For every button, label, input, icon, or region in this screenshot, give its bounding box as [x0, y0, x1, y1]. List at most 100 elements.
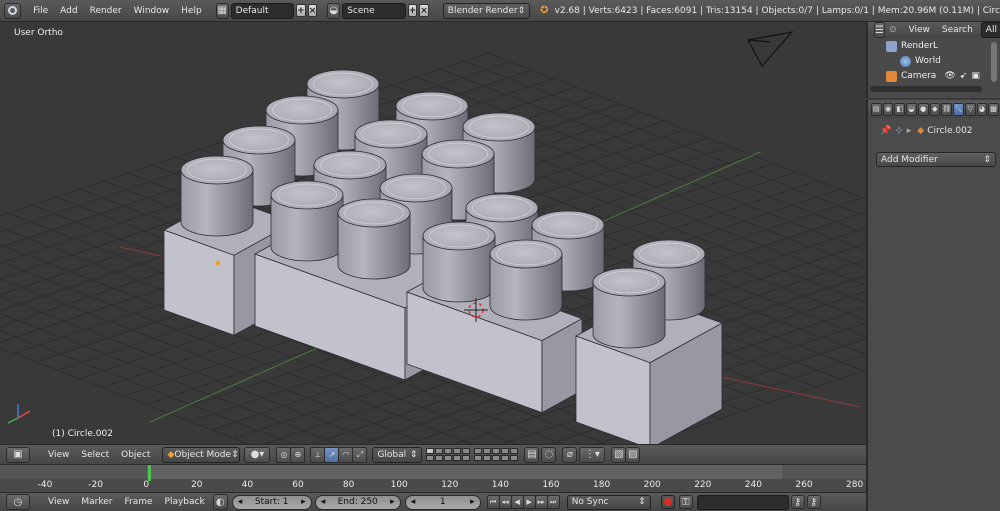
delete-keyframe-icon[interactable]: ⚷	[806, 495, 821, 509]
outliner-v-scrollbar[interactable]	[991, 42, 997, 82]
remove-scene-icon[interactable]: ×	[419, 4, 429, 17]
modifiers-tab-icon[interactable]: 🔧	[953, 102, 964, 116]
menu-view[interactable]: View	[42, 450, 75, 460]
prev-keyframe-icon[interactable]: ◂◂	[498, 495, 512, 509]
menu-window[interactable]: Window	[128, 6, 176, 16]
screen-layout-field[interactable]: Default	[230, 2, 295, 19]
view-name-label: User Ortho	[14, 28, 63, 38]
timeline[interactable]: -40 -20 0 20 40 60 80 100 120 140 160 180 200 220 240 2…	[0, 464, 866, 492]
add-modifier-label: Add Modifier	[881, 154, 938, 165]
start-frame-field[interactable]: ◂ Start: 1 ▸	[231, 494, 312, 510]
outliner-item-world[interactable]: World	[900, 54, 941, 68]
render-animation-icon[interactable]: ▨	[625, 446, 641, 463]
editor-type-properties-icon[interactable]: ▤	[871, 102, 882, 116]
info-editor-type-button[interactable]	[4, 2, 22, 19]
menu-playback[interactable]: Playback	[159, 497, 211, 507]
jump-end-icon[interactable]: ⏭	[546, 495, 560, 509]
menu-select[interactable]: Select	[75, 450, 115, 460]
pin-icon[interactable]: 📌	[880, 126, 891, 136]
snap-element-icon[interactable]: ⋮▾	[579, 446, 606, 463]
translate-icon[interactable]: ↗	[324, 446, 340, 463]
render-preview-icon[interactable]: ▧	[611, 446, 627, 463]
preview-range-icon[interactable]: ◐	[212, 494, 228, 510]
insert-keyframe-icon[interactable]: ⚷	[790, 495, 805, 509]
render-tab-icon[interactable]: ◉	[882, 102, 894, 116]
outliner-item-renderlayers[interactable]: RenderL	[886, 39, 938, 53]
next-keyframe-icon[interactable]: ▸▸	[534, 495, 548, 509]
increment-icon: ▸	[390, 497, 395, 507]
visibility-eye-icon[interactable]: 👁	[944, 71, 955, 81]
keying-set-icon[interactable]: ⚿	[678, 495, 693, 509]
timeline-tick-label: 160	[542, 480, 560, 490]
selectable-arrow-icon[interactable]: ➹	[960, 71, 968, 81]
editor-type-timeline-icon[interactable]: ◷	[6, 494, 30, 510]
transform-orientation-select[interactable]: Global ⇕	[372, 446, 423, 463]
layers-grid-b[interactable]	[474, 448, 519, 461]
viewport-scene	[0, 31, 866, 444]
renderable-camera-icon[interactable]: ▣	[971, 71, 980, 81]
manipulator-toggle-icon[interactable]: ⟂	[310, 446, 326, 463]
timeline-tick-label: 280	[846, 480, 864, 490]
data-tab-icon[interactable]: ▽	[964, 102, 976, 116]
record-icon	[663, 498, 672, 506]
menu-help[interactable]: Help	[175, 6, 208, 16]
scene-field[interactable]: Scene	[342, 2, 406, 19]
menu-render[interactable]: Render	[84, 6, 128, 16]
auto-keyframe-record-button[interactable]	[660, 495, 675, 509]
screen-layout-value: Default	[235, 5, 269, 16]
render-engine-select[interactable]: Blender Render ⇕	[442, 2, 531, 19]
end-frame-field[interactable]: ◂ End: 250 ▸	[314, 494, 401, 510]
outliner-display-select[interactable]: All	[980, 22, 1000, 38]
timeline-tick-label: 20	[191, 480, 203, 490]
menu-search[interactable]: Search	[936, 25, 979, 35]
current-frame-cursor[interactable]	[148, 465, 151, 481]
add-scene-icon[interactable]: +	[407, 4, 418, 17]
editor-type-3d-icon[interactable]: ▣	[6, 446, 30, 463]
object-icon: ◆	[917, 126, 925, 136]
outliner[interactable]: RenderL World Camera 👁 ➹ ▣	[866, 38, 1000, 98]
viewport-shading-icon[interactable]: ●▾	[244, 446, 271, 463]
menu-view-timeline[interactable]: View	[42, 497, 75, 507]
play-icon[interactable]: ▶	[522, 495, 536, 509]
play-reverse-icon[interactable]: ◀	[510, 495, 524, 509]
manipulator-icon[interactable]: ⊕	[290, 446, 306, 463]
add-modifier-select[interactable]: Add Modifier ⇕	[876, 152, 996, 167]
scene-tab-icon[interactable]: ◒	[906, 102, 917, 116]
scale-icon[interactable]: ⤢	[352, 446, 368, 463]
pivot-point-icon[interactable]: ◎	[276, 446, 292, 463]
object-mode-value: Object Mode	[174, 449, 232, 460]
snap-toggle-icon[interactable]: ⌀	[562, 446, 578, 463]
material-tab-icon[interactable]: ◕	[976, 102, 988, 116]
add-screen-icon[interactable]: +	[296, 4, 306, 17]
rotate-icon[interactable]: ◠	[338, 446, 354, 463]
3d-viewport[interactable]: User Ortho (1) Circle.002	[0, 22, 866, 444]
texture-tab-icon[interactable]: ▩	[988, 102, 999, 116]
menu-object[interactable]: Object	[115, 450, 156, 460]
timeline-ruler	[0, 479, 866, 492]
render-layers-tab-icon[interactable]: ◧	[894, 102, 906, 116]
menu-marker[interactable]: Marker	[75, 497, 118, 507]
current-frame-field[interactable]: ◂ 1 ▸	[404, 494, 481, 510]
editor-type-outliner-icon[interactable]: ☰	[874, 22, 885, 38]
constraints-tab-icon[interactable]: ⛓	[941, 102, 953, 116]
remove-screen-icon[interactable]: ×	[307, 4, 318, 17]
timeline-tick-label: 120	[441, 480, 459, 490]
lock-camera-icon[interactable]: ▤	[524, 446, 540, 463]
menu-add[interactable]: Add	[54, 6, 83, 16]
timeline-tick-label: 40	[241, 480, 254, 490]
jump-start-icon[interactable]: ⏮	[486, 495, 500, 509]
object-mode-select[interactable]: ◆ Object Mode ⇕	[162, 446, 241, 463]
layers-grid-a[interactable]	[426, 448, 471, 461]
proportional-edit-icon[interactable]: ◌	[541, 446, 557, 463]
object-tab-icon[interactable]: ◆	[929, 102, 941, 116]
menu-frame[interactable]: Frame	[118, 497, 158, 507]
sync-mode-select[interactable]: No Sync ⇕	[566, 494, 651, 510]
menu-file[interactable]: File	[27, 6, 54, 16]
world-tab-icon[interactable]: ●	[917, 102, 929, 116]
screen-layout-icon[interactable]: ▦	[215, 2, 229, 19]
scene-icon[interactable]: ◒	[327, 2, 341, 19]
menu-view-outliner[interactable]: View	[903, 25, 936, 35]
keying-set-field[interactable]	[696, 494, 789, 510]
outliner-h-scrollbar[interactable]	[870, 86, 982, 92]
outliner-item-camera[interactable]: Camera 👁 ➹ ▣	[886, 69, 980, 83]
